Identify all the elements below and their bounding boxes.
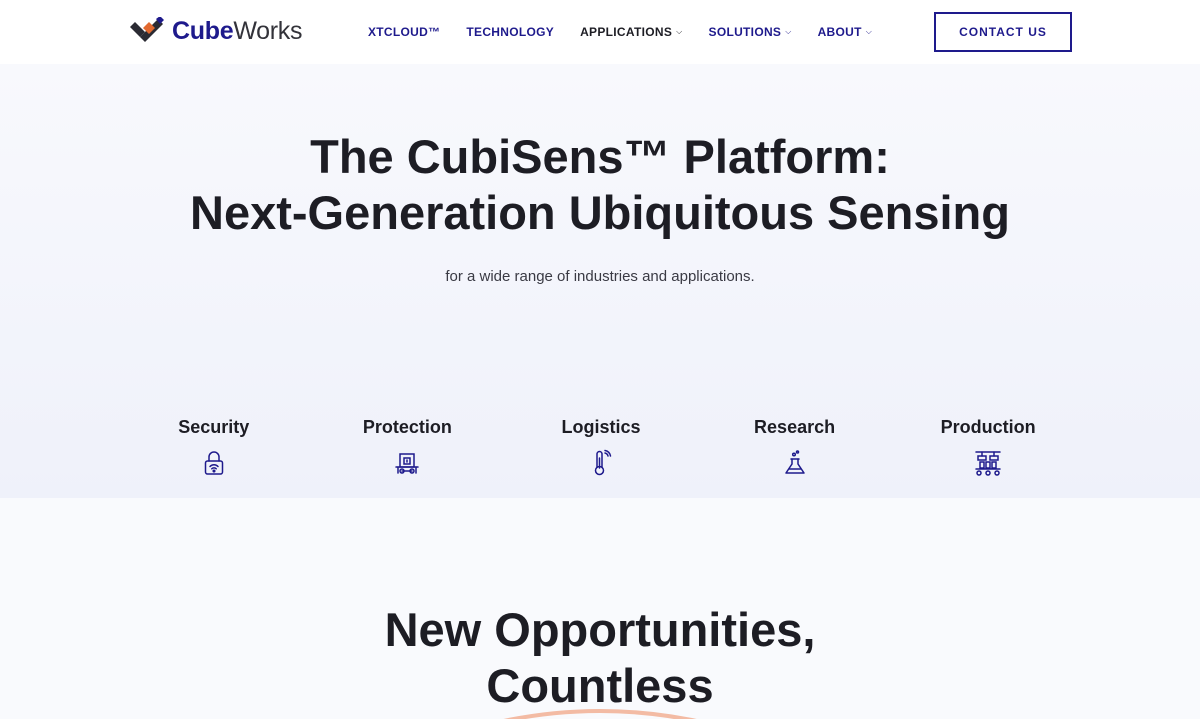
opportunities-section: New Opportunities, Countless	[0, 498, 1200, 719]
decorative-arc	[503, 709, 697, 719]
site-header: CubeWorks XTCLOUD™ TECHNOLOGY APPLICATIO…	[0, 0, 1200, 64]
hero-title: The CubiSens™ Platform: Next-Generation …	[0, 129, 1200, 241]
nav-about-label: ABOUT	[817, 25, 862, 39]
thermometer-signal-icon	[594, 449, 612, 476]
nav-about[interactable]: ABOUT ⌵	[818, 25, 873, 39]
nav-solutions[interactable]: SOLUTIONS ⌵	[709, 25, 792, 39]
category-research-label: Research	[754, 417, 836, 437]
opportunities-title-line1: New Opportunities,	[384, 603, 816, 656]
nav-technology[interactable]: TECHNOLOGY	[466, 25, 554, 39]
category-research[interactable]: Research	[698, 416, 892, 478]
hero-title-line2: Next-Generation Ubiquitous Sensing	[190, 186, 1010, 239]
chevron-down-icon: ⌵	[676, 27, 683, 36]
chevron-down-icon: ⌵	[865, 27, 873, 36]
category-production[interactable]: Production	[891, 416, 1085, 478]
logo-wordmark: CubeWorks	[172, 16, 303, 45]
opportunities-title: New Opportunities, Countless	[0, 602, 1200, 714]
flask-icon	[784, 450, 805, 474]
main-nav: XTCLOUD™ TECHNOLOGY APPLICATIONS ⌵ SOLUTI…	[368, 24, 898, 40]
logo-word-works: Works	[233, 16, 303, 45]
industry-categories: Security Protection Logistics Research P…	[117, 416, 1085, 478]
category-security[interactable]: Security	[117, 416, 311, 478]
cubeworks-logo[interactable]: CubeWorks	[130, 16, 302, 46]
category-logistics[interactable]: Logistics	[504, 416, 698, 478]
category-protection[interactable]: Protection	[311, 416, 505, 478]
hero-title-line1: The CubiSens™ Platform:	[310, 130, 890, 183]
lock-wifi-icon	[204, 451, 224, 475]
factory-line-icon	[975, 451, 1001, 476]
nav-applications-label: APPLICATIONS	[580, 25, 673, 39]
nav-xtcloud[interactable]: XTCLOUD™	[368, 25, 440, 39]
category-logistics-label: Logistics	[561, 417, 641, 437]
nav-applications[interactable]: APPLICATIONS ⌵	[580, 25, 682, 39]
category-production-label: Production	[940, 417, 1036, 437]
chevron-down-icon: ⌵	[785, 27, 792, 36]
contact-us-button[interactable]: CONTACT US	[934, 12, 1072, 52]
nav-solutions-label: SOLUTIONS	[708, 25, 782, 39]
nav-technology-label: TECHNOLOGY	[466, 25, 555, 39]
category-protection-label: Protection	[362, 417, 452, 437]
protected-display-icon	[395, 453, 420, 474]
logo-word-cube: Cube	[172, 16, 234, 45]
nav-xtcloud-label: XTCLOUD™	[368, 25, 441, 39]
hero-section: The CubiSens™ Platform: Next-Generation …	[0, 64, 1200, 498]
hero-subtitle: for a wide range of industries and appli…	[445, 268, 755, 285]
category-security-label: Security	[178, 417, 250, 437]
cubeworks-logo-icon	[130, 17, 164, 42]
